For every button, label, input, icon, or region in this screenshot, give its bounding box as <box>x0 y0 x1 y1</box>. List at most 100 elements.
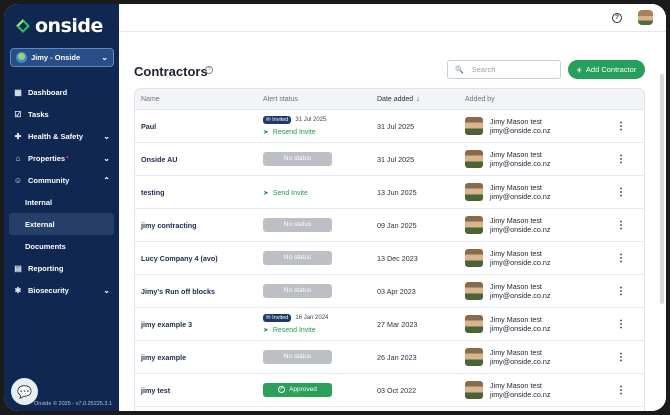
date-added: 26 Jan 2023 <box>377 352 417 362</box>
sidebar-item-biosecurity[interactable]: ✱ Biosecurity ⌄ <box>4 279 119 301</box>
avatar <box>465 381 483 399</box>
added-by-name: Jimy Mason test <box>490 216 542 225</box>
column-header-date-added[interactable]: Date added ↓ <box>373 96 461 103</box>
tasks-icon: ☑ <box>14 109 22 119</box>
alert-status-cell: ✉ Invited 31 Jul 2025 ➤ Resend Invite <box>259 116 373 136</box>
more-options-icon[interactable]: ⋮ <box>611 220 631 231</box>
contractor-name[interactable]: jimy contracting <box>135 221 259 230</box>
alert-status-cell: ➤ Send Invite <box>259 188 373 197</box>
invited-status: ✉ Invited 16 Jan 2024 <box>263 314 373 322</box>
contractor-name[interactable]: jimy example 3 <box>135 320 259 329</box>
added-by-cell: Jimy Mason test jimy@onside.co.nz <box>461 117 611 135</box>
contractor-name[interactable]: testing <box>135 188 259 197</box>
chevron-down-icon: ⌄ <box>101 53 108 62</box>
resend-invite-link[interactable]: ➤ Resend Invite <box>263 129 316 136</box>
added-by-cell: Jimy Mason test jimy@onside.co.nz <box>461 348 611 366</box>
added-by-cell: Jimy Mason test jimy@onside.co.nz <box>461 150 611 168</box>
table-row[interactable]: Onside AU No status 31 Jul 2025 Jimy Mason … <box>135 143 644 176</box>
add-contractor-button[interactable]: + Add Contractor <box>568 60 645 79</box>
added-by-cell: Jimy Mason test jimy@onside.co.nz <box>461 249 611 267</box>
search-input[interactable]: 🔍 Search <box>447 60 561 79</box>
contractor-name[interactable]: Lucy Company 4 (avo) <box>135 254 259 263</box>
invited-date: 16 Jan 2024 <box>295 315 329 321</box>
status-label: Approved <box>289 386 317 393</box>
avatar <box>465 216 483 234</box>
more-options-icon[interactable]: ⋮ <box>611 121 631 132</box>
table-row[interactable]: jimy contracting No status 09 Jan 2025 Jimy… <box>135 209 644 242</box>
sidebar-item-internal[interactable]: Internal <box>4 191 119 213</box>
table-row[interactable]: jimy example 3 ✉ Invited 16 Jan 2024 ➤ Resen… <box>135 308 644 341</box>
table-row[interactable]: Paul ✉ Invited 31 Jul 2025 ➤ Resend Invite 31… <box>135 110 644 143</box>
send-invite-link[interactable]: ➤ Send Invite <box>263 190 308 197</box>
more-options-icon[interactable]: ⋮ <box>611 319 631 330</box>
added-by-name: Jimy Mason test <box>490 150 542 159</box>
sort-down-icon: ↓ <box>416 95 420 103</box>
contractor-name[interactable]: jimy test <box>135 386 259 395</box>
contractor-name[interactable]: jimy example <box>135 353 259 362</box>
sidebar-item-properties[interactable]: ⌂ Properties • ⌄ <box>4 147 119 169</box>
contractors-table: Name Alert status Date added ↓ Added by P… <box>134 88 645 411</box>
logo[interactable]: onside <box>15 15 103 37</box>
chevron-up-icon: ⌃ <box>103 175 110 185</box>
main-content: ? Contractors ? 🔍 Search + Add Contracto… <box>119 4 666 411</box>
avatar <box>465 282 483 300</box>
more-options-icon[interactable]: ⋮ <box>611 187 631 198</box>
reporting-icon: ▤ <box>14 263 22 273</box>
alert-status-cell: No status <box>259 350 373 364</box>
added-by-email: jimy@onside.co.nz <box>490 126 551 135</box>
added-by-name: Jimy Mason test <box>490 282 542 291</box>
added-by-name: Jimy Mason test <box>490 249 542 258</box>
help-icon[interactable]: ? <box>612 13 622 23</box>
column-header-name[interactable]: Name <box>135 96 259 103</box>
sidebar: onside Jimy - Onside ⌄ ▦ Dashboard ☑ Tas… <box>4 4 119 411</box>
contractor-name[interactable]: Jimy's Run off blocks <box>135 287 259 296</box>
add-contractor-label: Add Contractor <box>585 65 637 74</box>
date-added: 27 Mar 2023 <box>377 319 418 329</box>
more-options-icon[interactable]: ⋮ <box>611 286 631 297</box>
sidebar-item-community[interactable]: ☺ Community ⌃ <box>4 169 119 191</box>
sidebar-item-label: Biosecurity <box>28 285 69 295</box>
sidebar-item-label: Tasks <box>28 109 49 119</box>
added-by-email: jimy@onside.co.nz <box>490 291 551 300</box>
org-selector[interactable]: Jimy - Onside ⌄ <box>10 48 114 67</box>
more-options-icon[interactable]: ⋮ <box>611 352 631 363</box>
table-row[interactable]: testing ➤ Send Invite 13 Jun 2025 Jimy Mason… <box>135 176 644 209</box>
alert-status-cell: ✓ Approved <box>259 383 373 397</box>
alert-status-cell: No status <box>259 218 373 232</box>
table-row[interactable]: jimy test ✓ Approved 03 Oct 2022 Jimy Mason … <box>135 374 644 407</box>
table-row[interactable]: Lucy Company 4 (avo) No status 13 Dec 2023… <box>135 242 644 275</box>
sidebar-item-tasks[interactable]: ☑ Tasks <box>4 103 119 125</box>
sidebar-item-documents[interactable]: Documents <box>4 235 119 257</box>
added-by-name: Jimy Mason test <box>490 348 542 357</box>
more-options-icon[interactable]: ⋮ <box>611 385 631 396</box>
table-row[interactable]: jimy example No status 26 Jan 2023 Jimy Mas… <box>135 341 644 374</box>
more-options-icon[interactable]: ⋮ <box>611 154 631 165</box>
date-added: 31 Jul 2025 <box>377 121 415 131</box>
alert-status-cell: No status <box>259 284 373 298</box>
sidebar-item-external[interactable]: External <box>9 213 114 235</box>
search-icon: 🔍 <box>455 66 464 74</box>
column-header-alert-status[interactable]: Alert status <box>259 96 373 103</box>
scrollbar[interactable] <box>660 74 664 304</box>
sidebar-item-health-safety[interactable]: ✚ Health & Safety ⌄ <box>4 125 119 147</box>
added-by-cell: Jimy Mason test jimy@onside.co.nz <box>461 282 611 300</box>
search-placeholder: Search <box>471 65 496 74</box>
contractor-name[interactable]: Onside AU <box>135 155 259 164</box>
org-avatar <box>16 52 27 63</box>
health-safety-icon: ✚ <box>14 131 22 141</box>
sidebar-item-label: Dashboard <box>28 87 68 97</box>
resend-invite-link[interactable]: ➤ Resend Invite <box>263 327 316 334</box>
added-by-name: Jimy Mason test <box>490 315 542 324</box>
user-avatar[interactable] <box>638 10 653 25</box>
sidebar-item-dashboard[interactable]: ▦ Dashboard <box>4 81 119 103</box>
added-by-name: Jimy Mason test <box>490 381 542 390</box>
column-header-added-by[interactable]: Added by <box>461 96 611 103</box>
contractor-name[interactable]: Paul <box>135 122 259 131</box>
added-by-email: jimy@onside.co.nz <box>490 192 551 201</box>
more-options-icon[interactable]: ⋮ <box>611 253 631 264</box>
info-icon[interactable]: ? <box>205 66 213 74</box>
table-row[interactable]: Jimy's Run off blocks No status 03 Apr 202… <box>135 275 644 308</box>
status-badge: No status <box>263 218 332 232</box>
sidebar-item-reporting[interactable]: ▤ Reporting <box>4 257 119 279</box>
invited-status: ✉ Invited 31 Jul 2025 <box>263 116 373 124</box>
